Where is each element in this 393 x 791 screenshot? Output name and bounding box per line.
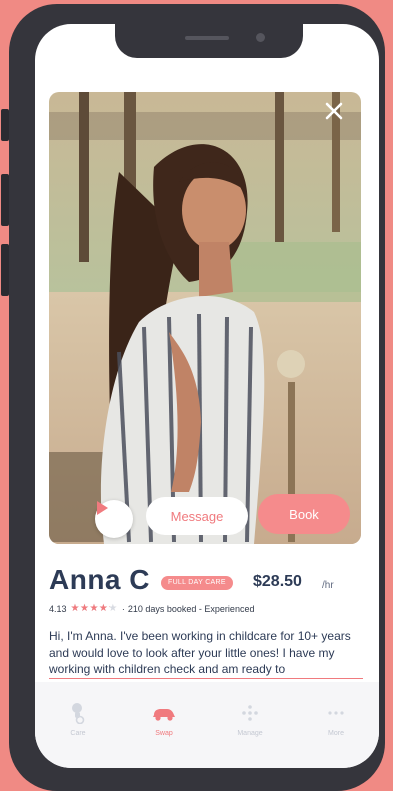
side-button-mute (1, 109, 9, 141)
days-booked: 210 days booked (127, 603, 197, 614)
rating-row: 4.13 ★★★★★ ★★★★★ · 210 days booked - Exp… (49, 603, 254, 614)
phone-screen: Message Book Anna C FULL DAY CARE $28.50… (35, 24, 379, 768)
close-button[interactable] (325, 102, 353, 130)
tab-more[interactable]: More (306, 702, 366, 768)
phone-frame: Message Book Anna C FULL DAY CARE $28.50… (1, 4, 385, 791)
manage-icon (241, 702, 259, 724)
profile-photo: Message Book (49, 92, 361, 544)
tab-label-manage: Manage (237, 730, 263, 737)
care-icon (69, 702, 87, 724)
side-button-volume-up (1, 174, 9, 226)
caregiver-name: Anna C (49, 564, 150, 595)
bio-divider (49, 678, 363, 679)
side-button-volume-down (1, 244, 9, 296)
tab-care[interactable]: Care (48, 702, 108, 768)
profile-photo-illustration (49, 92, 361, 544)
care-type-badge: FULL DAY CARE (161, 576, 233, 590)
tab-label-more: More (328, 730, 344, 737)
tab-swap[interactable]: Swap (134, 702, 194, 768)
separator-dash: - (196, 603, 205, 614)
front-camera (256, 33, 265, 42)
phone-notch (115, 22, 303, 58)
swap-icon (151, 702, 177, 724)
tab-manage[interactable]: Manage (220, 702, 280, 768)
star-rating: ★★★★★ ★★★★★ (71, 603, 118, 614)
bio-text: Hi, I'm Anna. I've been working in child… (49, 629, 351, 676)
tab-label-care: Care (70, 730, 86, 737)
bottom-tab-bar: Care Swap Manage More (35, 682, 379, 768)
rating-value: 4.13 (49, 603, 67, 614)
tab-label-swap: Swap (155, 730, 173, 737)
play-video-button[interactable] (95, 500, 133, 538)
price-unit: /hr (322, 580, 334, 591)
star-rating-filled: ★★★★★ (70, 603, 110, 614)
speaker-grille (185, 36, 229, 40)
hourly-price: $28.50 (253, 573, 302, 590)
separator-dot: · (121, 603, 125, 614)
book-button[interactable]: Book (258, 494, 350, 534)
message-button[interactable]: Message (146, 497, 248, 535)
close-icon (325, 102, 343, 120)
play-icon (97, 501, 108, 515)
experience-level: Experienced (204, 603, 255, 614)
more-icon (327, 702, 345, 724)
